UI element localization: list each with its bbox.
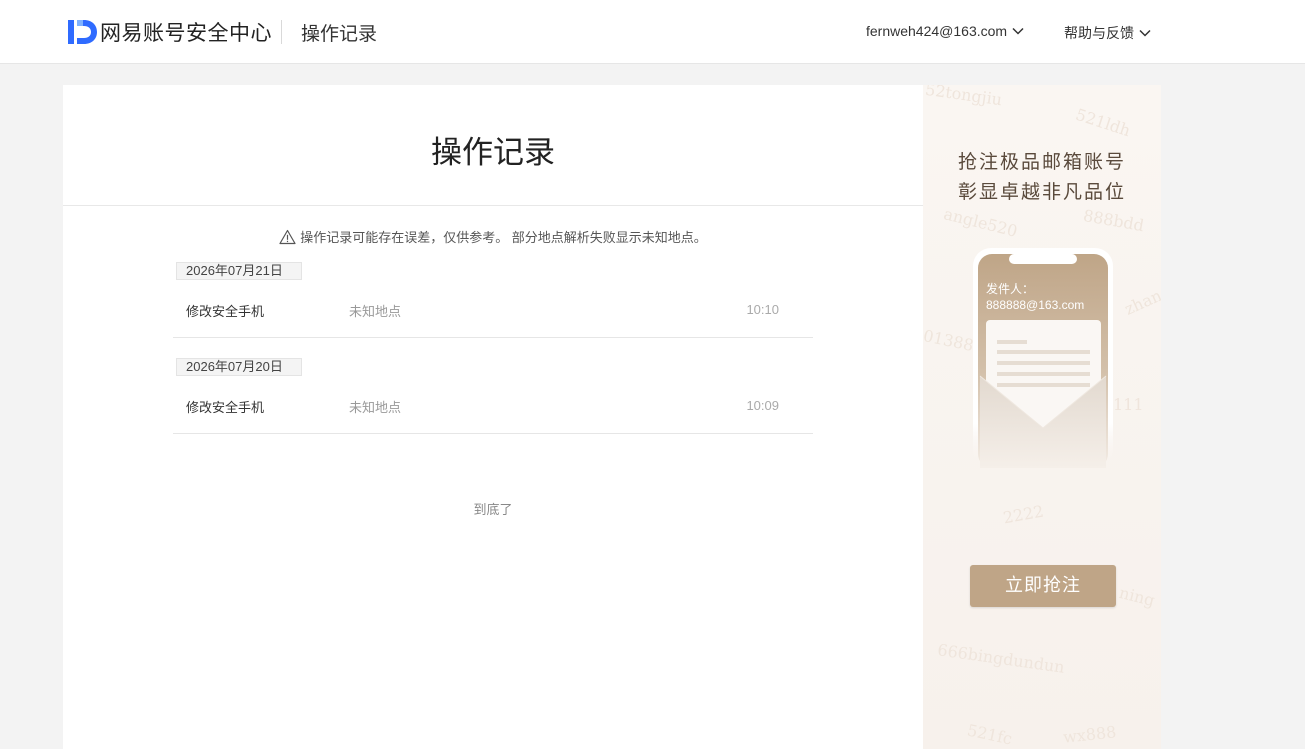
date-tag: 2026年07月20日 [176,358,302,376]
notice-text: 操作记录可能存在误差，仅供参考。 部分地点解析失败显示未知地点。 [300,230,707,245]
watermark-text: 52tongjiu [924,85,1004,110]
help-feedback-menu[interactable]: 帮助与反馈 [1064,23,1152,43]
warning-triangle-icon [279,229,296,244]
record-row: 修改安全手机 未知地点 10:09 [173,386,813,434]
chevron-down-icon [1139,29,1151,37]
watermark-text: 111 [1113,395,1144,414]
phone-sender-email: 888888@163.com [986,298,1085,312]
watermark-text: 666bingdundun [936,640,1066,677]
watermark-text: wx888 [1062,722,1118,747]
end-of-list-text: 到底了 [473,502,513,517]
operation-log-panel: 操作记录 操作记录可能存在误差，仅供参考。 部分地点解析失败显示未知地点。 20… [63,85,923,749]
chevron-down-icon [1012,27,1024,35]
logo[interactable]: 网易账号安全中心 [66,17,272,47]
top-header: 网易账号安全中心 操作记录 fernweh424@163.com 帮助与反馈 [0,0,1305,64]
header-page-title: 操作记录 [301,23,378,45]
notice-banner: 操作记录可能存在误差，仅供参考。 部分地点解析失败显示未知地点。 [63,227,923,246]
record-action: 修改安全手机 [186,304,265,319]
help-feedback-label: 帮助与反馈 [1064,25,1134,41]
watermark-text: 521ldh [1073,104,1133,141]
watermark-text: zhangs [1121,278,1161,319]
phone-sender-label: 发件人： [986,282,1035,296]
netease-id-logo-icon [68,20,97,44]
watermark-text: 01388 [923,325,976,356]
watermark-text: 521fc [965,720,1014,749]
ad-banner[interactable]: 52tongjiu 521ldh angle520 888bdd 01388 z… [923,85,1161,749]
watermark-text: angle520 [941,204,1020,241]
record-action: 修改安全手机 [186,400,265,415]
record-location: 未知地点 [349,304,402,319]
record-location: 未知地点 [349,400,402,415]
watermark-text: 888bdd [1081,205,1146,236]
page-title: 操作记录 [431,135,555,171]
watermark-text: 2222 [1001,501,1046,528]
date-tag: 2026年07月21日 [176,262,302,280]
user-email: fernweh424@163.com [866,23,1008,39]
record-time: 10:10 [746,302,779,317]
ad-headline-1: 抢注极品邮箱账号 [957,151,1126,173]
watermark-text: ning [1117,582,1157,611]
logo-text: 网易账号安全中心 [100,21,272,45]
record-row: 修改安全手机 未知地点 10:10 [173,290,813,338]
user-account-menu[interactable]: fernweh424@163.com [866,23,1025,39]
register-now-button[interactable]: 立即抢注 [970,565,1116,607]
header-divider [281,20,282,44]
record-time: 10:09 [746,398,779,413]
ad-headline-2: 彰显卓越非凡品位 [957,181,1126,203]
title-divider [63,205,923,206]
